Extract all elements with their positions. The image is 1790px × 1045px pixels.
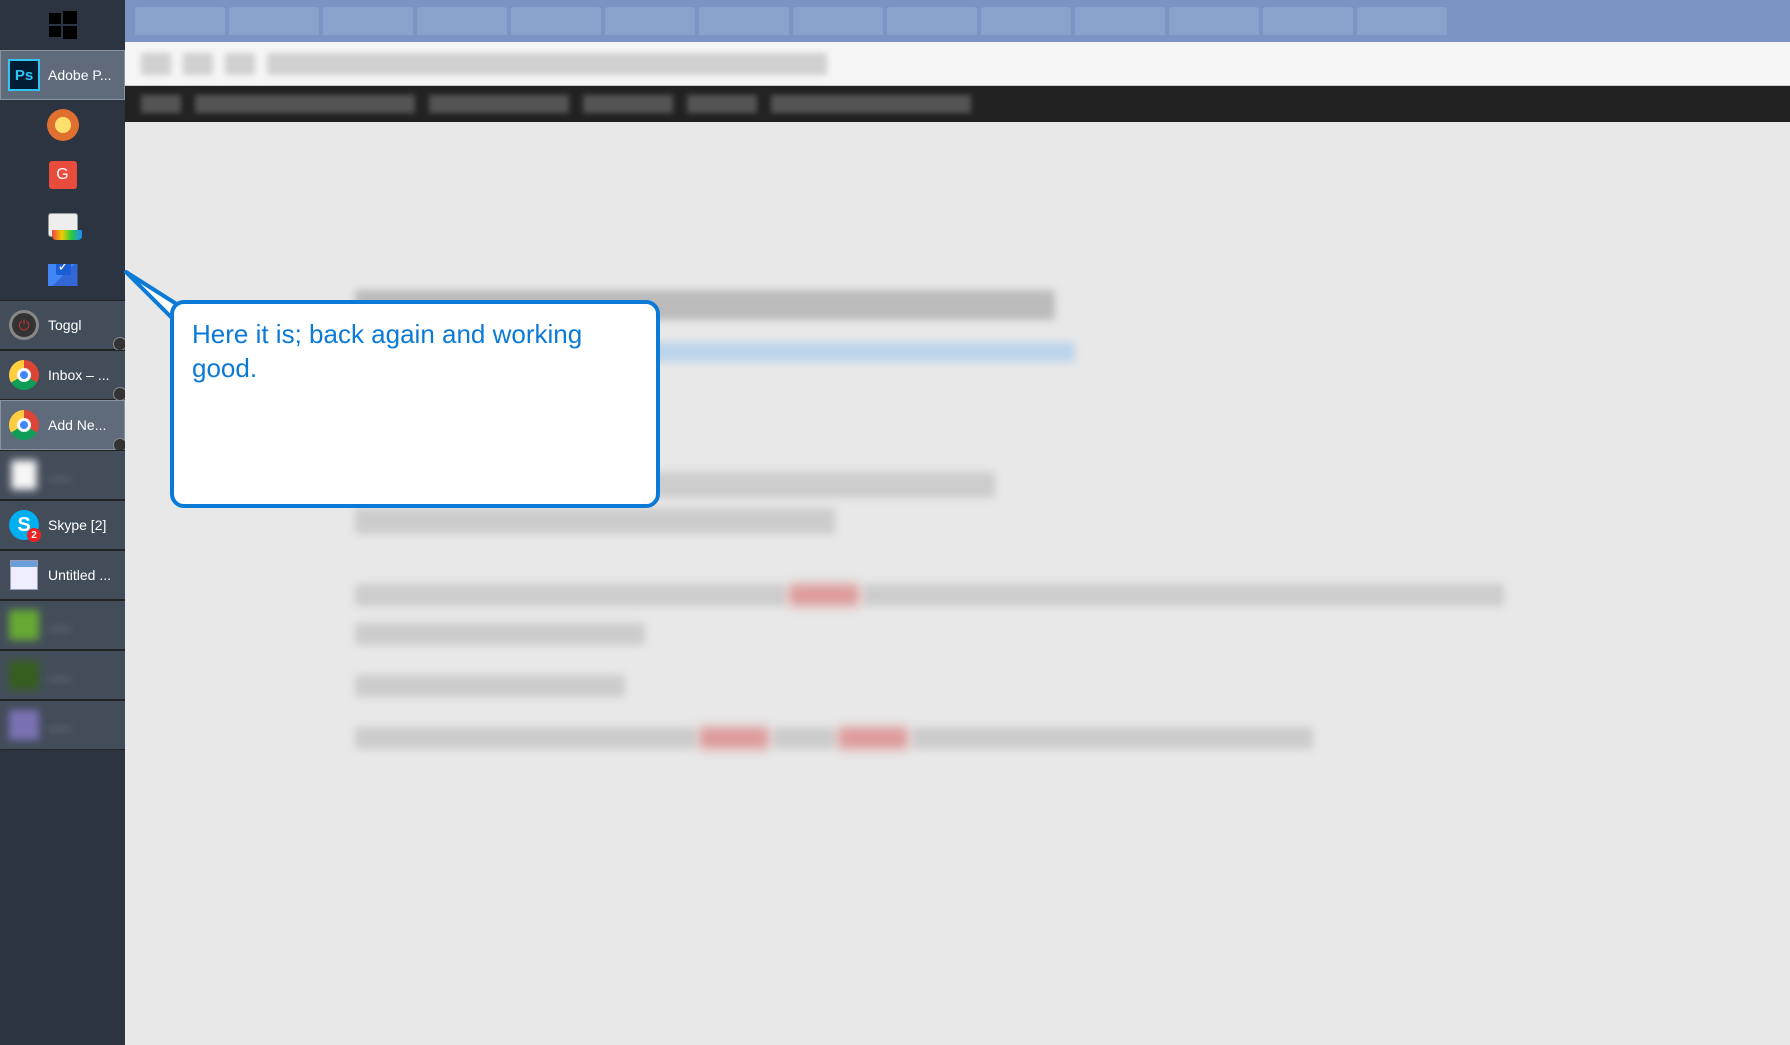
browser-tab[interactable]	[1075, 7, 1165, 35]
taskbar-item-label: Adobe P...	[48, 67, 117, 83]
chrome-icon	[8, 409, 40, 441]
toggl-icon: ⏻	[8, 309, 40, 341]
admin-item[interactable]	[687, 95, 757, 113]
browser-tab[interactable]	[1169, 7, 1259, 35]
admin-item[interactable]	[141, 95, 181, 113]
admin-item[interactable]	[771, 95, 971, 113]
task-toggl[interactable]: ⏻ Toggl	[0, 300, 125, 350]
forward-icon[interactable]	[183, 53, 213, 75]
task-blur-3[interactable]: ......	[0, 650, 125, 700]
taskbar-item-label: Inbox – ...	[48, 367, 117, 383]
taskbar-item-label: Skype [2]	[48, 517, 117, 533]
inbox-icon	[47, 259, 79, 291]
eye-app-icon	[47, 109, 79, 141]
app-icon	[8, 659, 40, 691]
admin-item[interactable]	[195, 95, 415, 113]
browser-tab[interactable]	[887, 7, 977, 35]
task-blur-4[interactable]: ......	[0, 700, 125, 750]
browser-tab[interactable]	[511, 7, 601, 35]
taskbar-item-label: ......	[48, 617, 117, 633]
browser-tab[interactable]	[1263, 7, 1353, 35]
back-icon[interactable]	[141, 53, 171, 75]
app-icon	[8, 609, 40, 641]
browser-tab[interactable]	[323, 7, 413, 35]
callout-text: Here it is; back again and working good.	[192, 319, 582, 383]
browser-tab-strip[interactable]	[125, 0, 1790, 42]
taskbar-item-label: Untitled ...	[48, 567, 117, 583]
app-icon	[8, 709, 40, 741]
browser-tab[interactable]	[793, 7, 883, 35]
g-app-icon: G	[47, 159, 79, 191]
site-admin-bar[interactable]	[125, 86, 1790, 122]
task-notepad[interactable]: Untitled ...	[0, 550, 125, 600]
browser-window	[125, 0, 1790, 1045]
task-chrome-inbox[interactable]: Inbox – ...	[0, 350, 125, 400]
reload-icon[interactable]	[225, 53, 255, 75]
browser-tab[interactable]	[1357, 7, 1447, 35]
browser-tab[interactable]	[135, 7, 225, 35]
taskbar-item-label: ......	[48, 717, 117, 733]
windows-start-icon	[47, 9, 79, 41]
task-chrome-addnew[interactable]: Add Ne...	[0, 400, 125, 450]
task-tabs-app[interactable]	[0, 200, 125, 250]
start-button[interactable]	[0, 0, 125, 50]
session-manager-icon	[47, 209, 79, 241]
task-inbox-app[interactable]	[0, 250, 125, 300]
task-blur-1[interactable]: ......	[0, 450, 125, 500]
browser-tab[interactable]	[699, 7, 789, 35]
annotation-callout: Here it is; back again and working good.	[170, 300, 660, 508]
task-eye-app[interactable]	[0, 100, 125, 150]
browser-tab[interactable]	[981, 7, 1071, 35]
browser-tab[interactable]	[605, 7, 695, 35]
taskbar-item-label: ......	[48, 667, 117, 683]
task-g-app[interactable]: G	[0, 150, 125, 200]
document-icon	[8, 459, 40, 491]
url-field[interactable]	[267, 53, 827, 75]
browser-tab[interactable]	[417, 7, 507, 35]
task-blur-2[interactable]: ......	[0, 600, 125, 650]
admin-item[interactable]	[583, 95, 673, 113]
browser-tab[interactable]	[229, 7, 319, 35]
task-skype[interactable]: S2 Skype [2]	[0, 500, 125, 550]
photoshop-icon: Ps	[8, 59, 40, 91]
taskbar-item-label: ......	[48, 467, 117, 483]
skype-icon: S2	[8, 509, 40, 541]
taskbar-item-label: Add Ne...	[48, 417, 117, 433]
task-photoshop[interactable]: Ps Adobe P...	[0, 50, 125, 100]
chrome-icon	[8, 359, 40, 391]
taskbar-item-label: Toggl	[48, 317, 117, 333]
vertical-taskbar: Ps Adobe P... G ⏻ Toggl Inbox – ... Add Ne....…	[0, 0, 125, 1045]
notepad-icon	[8, 559, 40, 591]
admin-item[interactable]	[429, 95, 569, 113]
browser-address-bar[interactable]	[125, 42, 1790, 86]
